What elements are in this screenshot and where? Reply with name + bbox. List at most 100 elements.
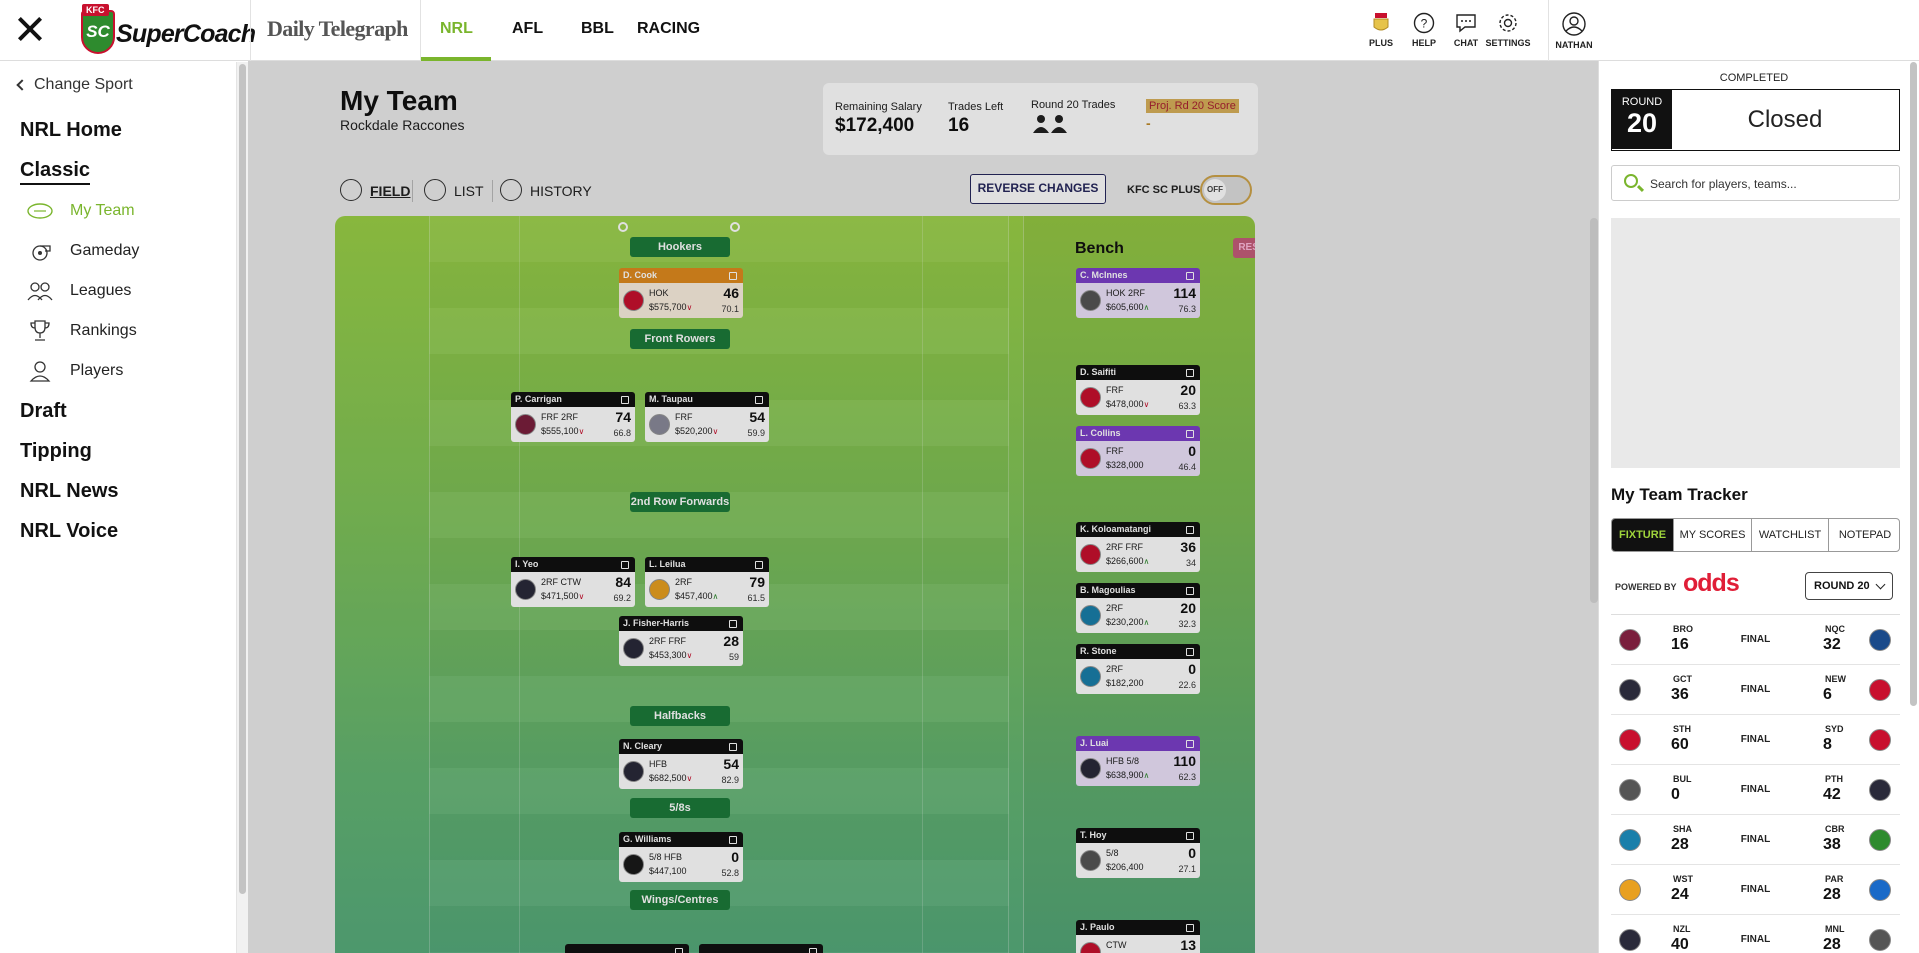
player-card[interactable]: P. Carrigan FRF 2RF $555,100∨ 74 66.8 bbox=[511, 392, 635, 442]
tab-notepad[interactable]: NOTEPAD bbox=[1829, 519, 1899, 551]
kfc-sc-plus-toggle[interactable]: OFF bbox=[1200, 175, 1252, 205]
player-score: 28 bbox=[723, 633, 739, 649]
away-team-code: NQC bbox=[1825, 624, 1845, 634]
player-card[interactable]: I. Yeo 2RF CTW $471,500∨ 84 69.2 bbox=[511, 557, 635, 607]
fixture-row[interactable]: BRO 16 FINAL NQC 32 bbox=[1611, 615, 1900, 665]
player-card[interactable]: L. Collins FRF $328,000 0 46.4 bbox=[1076, 426, 1200, 476]
player-card[interactable]: J. Paulo CTW 13 bbox=[1076, 920, 1200, 953]
price-trend-icon: ∨ bbox=[1143, 400, 1150, 409]
fixture-row[interactable]: STH 60 FINAL SYD 8 bbox=[1611, 715, 1900, 765]
player-score: 36 bbox=[1180, 539, 1196, 555]
player-card[interactable]: M. Taupau FRF $520,200∨ 54 59.9 bbox=[645, 392, 769, 442]
top-bar: SC KFC SuperCoach Daily Telegraph NRL AF… bbox=[0, 0, 1919, 61]
search-input[interactable] bbox=[1650, 174, 1890, 194]
tab-field[interactable]: FIELD bbox=[340, 176, 410, 204]
change-sport-label: Change Sport bbox=[34, 76, 133, 93]
player-card[interactable]: T. Hoy 5/8 $206,400 0 27.1 bbox=[1076, 828, 1200, 878]
stat-value: $172,400 bbox=[835, 115, 915, 136]
player-average: 61.5 bbox=[747, 593, 765, 603]
whistle-icon bbox=[32, 245, 51, 261]
player-card[interactable]: J. Fisher-Harris 2RF FRF $453,300∨ 28 59 bbox=[619, 616, 743, 666]
player-card-partial[interactable] bbox=[565, 944, 689, 953]
price-trend-icon: ∨ bbox=[686, 651, 693, 660]
scrollbar-thumb[interactable] bbox=[239, 64, 246, 894]
round-number: 20 bbox=[1626, 108, 1658, 138]
player-card[interactable]: N. Cleary HFB $682,500∨ 54 82.9 bbox=[619, 739, 743, 789]
daily-telegraph-logo[interactable]: Daily Telegraph bbox=[267, 16, 408, 42]
fixture-row[interactable]: SHA 28 FINAL CBR 38 bbox=[1611, 815, 1900, 865]
player-card[interactable]: J. Luai HFB 5/8 $638,900∧ 110 62.3 bbox=[1076, 736, 1200, 786]
player-card[interactable]: R. Stone 2RF $182,200 0 22.6 bbox=[1076, 644, 1200, 694]
fixture-row[interactable]: NZL 40 FINAL MNL 28 bbox=[1611, 915, 1900, 953]
account-button[interactable]: NATHAN bbox=[1550, 12, 1598, 50]
player-card-body: 2RF $457,400∧ 79 61.5 bbox=[645, 572, 769, 607]
help-button[interactable]: ? HELP bbox=[1400, 12, 1448, 48]
supercoach-logo[interactable]: SC KFC SuperCoach bbox=[78, 4, 256, 56]
team-logo-icon bbox=[1080, 448, 1101, 469]
player-score: 46 bbox=[723, 285, 739, 301]
away-team-score: 42 bbox=[1823, 786, 1841, 803]
player-score: 13 bbox=[1180, 937, 1196, 953]
player-price: $230,200∧ bbox=[1106, 617, 1149, 627]
reverse-changes-button[interactable]: REVERSE CHANGES bbox=[970, 174, 1106, 204]
player-name: J. Fisher-Harris bbox=[619, 616, 743, 631]
tab-bbl[interactable]: BBL bbox=[581, 20, 614, 38]
player-price: $447,100 bbox=[649, 866, 687, 876]
tab-racing[interactable]: RACING bbox=[637, 20, 700, 38]
reset-button[interactable]: RESET R bbox=[1233, 238, 1255, 258]
fixture-row[interactable]: BUL 0 FINAL PTH 42 bbox=[1611, 765, 1900, 815]
sidebar-item-label: Leagues bbox=[70, 282, 132, 299]
price-trend-icon: ∨ bbox=[578, 592, 585, 601]
tab-my-scores[interactable]: MY SCORES bbox=[1674, 519, 1752, 551]
player-card-body: CTW 13 bbox=[1076, 935, 1200, 953]
sidebar-draft[interactable]: Draft bbox=[20, 400, 67, 423]
player-card-body: 2RF $230,200∧ 20 32.3 bbox=[1076, 598, 1200, 633]
player-score: 54 bbox=[723, 756, 739, 772]
player-position: 5/8 HFB bbox=[649, 852, 683, 862]
player-card-body: HFB 5/8 $638,900∧ 110 62.3 bbox=[1076, 751, 1200, 786]
tab-label: LIST bbox=[454, 183, 484, 199]
tab-watchlist[interactable]: WATCHLIST bbox=[1752, 519, 1829, 551]
odds-logo[interactable]: odds bbox=[1683, 569, 1740, 598]
change-sport-link[interactable]: Change Sport bbox=[16, 76, 133, 94]
divider bbox=[250, 0, 251, 61]
player-card[interactable]: D. Cook HOK $575,700∨ 46 70.1 bbox=[619, 268, 743, 318]
right-panel-scrollbar[interactable] bbox=[1910, 62, 1917, 706]
player-card[interactable]: C. McInnes HOK 2RF $605,600∧ 114 76.3 bbox=[1076, 268, 1200, 318]
player-price-value: $555,100 bbox=[541, 426, 579, 436]
player-card[interactable]: K. Koloamatangi 2RF FRF $266,600∧ 36 34 bbox=[1076, 522, 1200, 572]
tab-nrl[interactable]: NRL bbox=[440, 20, 473, 38]
player-card[interactable]: G. Williams 5/8 HFB $447,100 0 52.8 bbox=[619, 832, 743, 882]
player-average: 22.6 bbox=[1178, 680, 1196, 690]
tab-list[interactable]: LIST bbox=[424, 176, 490, 204]
sidebar-nrl-home[interactable]: NRL Home bbox=[20, 119, 122, 142]
tab-fixture[interactable]: FIXTURE bbox=[1612, 519, 1674, 551]
player-price-value: $328,000 bbox=[1106, 460, 1144, 470]
player-search[interactable] bbox=[1611, 165, 1900, 201]
home-team-code: BUL bbox=[1673, 774, 1692, 784]
sidebar-classic[interactable]: Classic bbox=[20, 159, 91, 185]
plus-button[interactable]: PLUS bbox=[1357, 12, 1405, 48]
plus-label: PLUS bbox=[1368, 38, 1393, 48]
tab-afl[interactable]: AFL bbox=[512, 20, 543, 38]
close-icon[interactable] bbox=[17, 16, 43, 42]
player-card[interactable]: D. Saifiti FRF $478,000∨ 20 63.3 bbox=[1076, 365, 1200, 415]
player-card[interactable]: L. Leilua 2RF $457,400∧ 79 61.5 bbox=[645, 557, 769, 607]
settings-button[interactable]: SETTINGS bbox=[1484, 12, 1532, 48]
chat-button[interactable]: CHAT bbox=[1442, 12, 1490, 48]
tab-history[interactable]: HISTORY bbox=[500, 176, 600, 204]
sidebar-nrl-news[interactable]: NRL News bbox=[20, 480, 119, 503]
player-card-body: HOK 2RF $605,600∧ 114 76.3 bbox=[1076, 283, 1200, 318]
sidebar-tipping[interactable]: Tipping bbox=[20, 440, 92, 463]
trophy-icon bbox=[30, 320, 50, 341]
fixture-row[interactable]: GCT 36 FINAL NEW 6 bbox=[1611, 665, 1900, 715]
round-select[interactable]: ROUND 20 bbox=[1805, 572, 1893, 600]
fixture-row[interactable]: WST 24 FINAL PAR 28 bbox=[1611, 865, 1900, 915]
player-card[interactable]: B. Magoulias 2RF $230,200∧ 20 32.3 bbox=[1076, 583, 1200, 633]
sidebar-nrl-voice[interactable]: NRL Voice bbox=[20, 520, 118, 543]
home-team-code: BRO bbox=[1673, 624, 1693, 634]
main-scrollbar[interactable] bbox=[1590, 218, 1598, 603]
sidebar-scrollbar[interactable] bbox=[236, 62, 248, 953]
price-trend-icon: ∨ bbox=[686, 303, 693, 312]
player-card-partial[interactable] bbox=[699, 944, 823, 953]
